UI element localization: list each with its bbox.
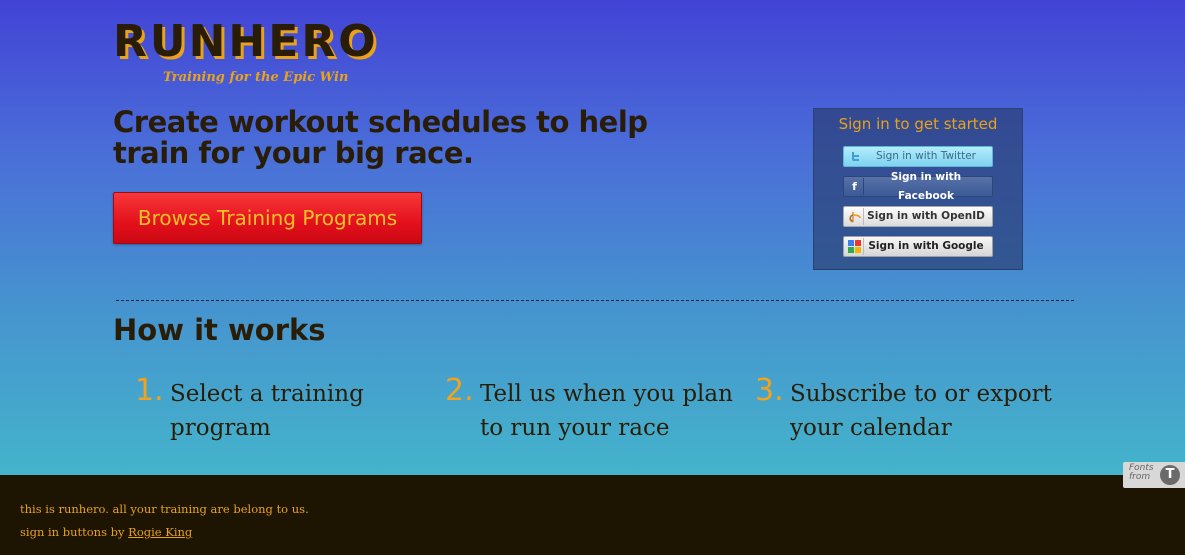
openid-icon (846, 208, 864, 225)
section-divider (116, 300, 1074, 301)
signin-openid-button[interactable]: Sign in with OpenID (843, 206, 993, 227)
signin-google-label: Sign in with Google (868, 240, 984, 252)
step-number: 2. (445, 373, 474, 408)
rogie-king-link[interactable]: Rogie King (128, 525, 192, 539)
google-icon (846, 238, 864, 255)
fonts-from-label: Fonts from (1129, 463, 1154, 482)
signin-openid-label: Sign in with OpenID (867, 210, 985, 222)
signin-facebook-label: Sign in with Facebook (890, 170, 962, 202)
step-text: Select a training program (170, 381, 364, 441)
footer-tagline: this is runhero. all your training are b… (20, 502, 309, 516)
signin-google-button[interactable]: Sign in with Google (843, 236, 993, 257)
browse-programs-button[interactable]: Browse Training Programs (113, 192, 422, 244)
twitter-icon (846, 148, 864, 165)
signin-twitter-label: Sign in with Twitter (876, 150, 976, 162)
step-text: Subscribe to or export your calendar (790, 381, 1052, 441)
how-it-works-title: How it works (113, 313, 326, 347)
step-text: Tell us when you plan to run your race (480, 381, 733, 441)
step-number: 1. (135, 373, 164, 408)
facebook-icon: f (846, 178, 864, 195)
signin-facebook-button[interactable]: f Sign in with Facebook (843, 171, 993, 202)
signin-title: Sign in to get started (838, 115, 998, 133)
footer-credits: sign in buttons by Rogie King (20, 525, 192, 539)
typekit-icon: T (1160, 465, 1180, 485)
hero-headline: Create workout schedules to help train f… (113, 105, 648, 170)
signin-twitter-button[interactable]: Sign in with Twitter (843, 146, 993, 167)
footer: this is runhero. all your training are b… (0, 475, 1185, 555)
logo[interactable]: RUNHERO (113, 18, 379, 66)
step-number: 3. (755, 373, 784, 408)
fonts-from-typekit-badge[interactable]: Fonts from T (1123, 462, 1185, 488)
footer-credits-prefix: sign in buttons by (20, 525, 125, 539)
signin-panel: Sign in to get started Sign in with Twit… (813, 108, 1023, 270)
tagline: Training for the Epic Win (163, 70, 349, 85)
